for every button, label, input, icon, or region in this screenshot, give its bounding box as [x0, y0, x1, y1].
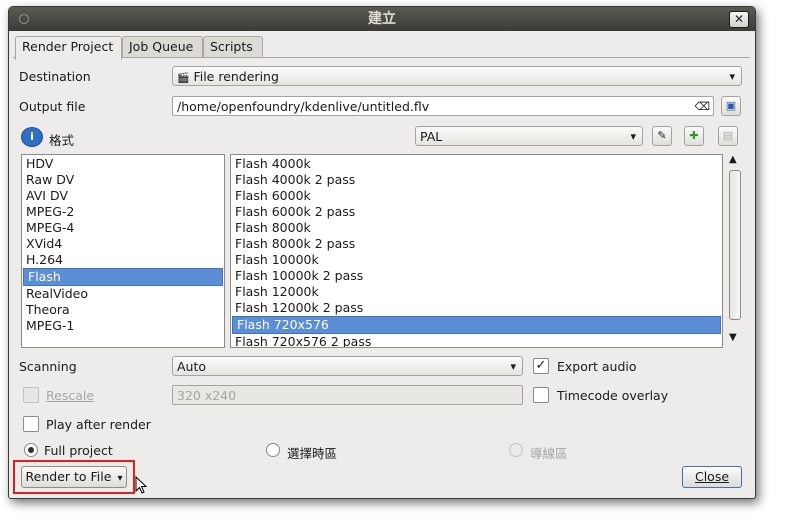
clear-icon[interactable]: ⌫ [694, 97, 710, 116]
list-item[interactable]: Flash 4000k [231, 156, 722, 172]
title-bar: 建立 ✕ [9, 7, 755, 31]
trash-icon: ▤ [722, 129, 734, 142]
full-project-radio[interactable] [24, 443, 38, 457]
preset-list[interactable]: Flash 4000k Flash 4000k 2 pass Flash 600… [230, 154, 723, 348]
profile-value: PAL [420, 129, 443, 144]
output-file-value: /home/openfoundry/kdenlive/untitled.flv [177, 99, 430, 114]
format-label: 格式 [49, 133, 75, 148]
chevron-down-icon[interactable]: ▼ [729, 332, 737, 343]
render-to-file-button[interactable]: Render to File ▾ [21, 466, 127, 488]
list-item[interactable]: Flash 8000k [231, 220, 722, 236]
save-file-button[interactable]: ▣ [721, 96, 741, 116]
list-item[interactable]: Flash 12000k [231, 284, 722, 300]
tab-label: Scripts [210, 39, 253, 54]
close-label: Close [694, 469, 730, 484]
tab-render-project[interactable]: Render Project [15, 36, 122, 60]
chevron-down-icon: ▾ [630, 130, 636, 143]
scanning-combo[interactable]: Auto ▾ [172, 356, 523, 376]
tab-job-queue[interactable]: Job Queue [122, 36, 203, 57]
list-item[interactable]: MPEG-2 [22, 204, 224, 220]
export-audio-label: Export audio [557, 359, 637, 374]
rescale-size-input[interactable]: 320 x240 [172, 385, 523, 405]
list-item[interactable]: Flash 8000k 2 pass [231, 236, 722, 252]
film-icon: 🎬 [177, 73, 190, 84]
destination-combo[interactable]: 🎬 File rendering ▾ [172, 66, 742, 86]
full-project-label: Full project [44, 443, 113, 458]
play-after-render-label: Play after render [46, 417, 151, 432]
rescale-checkbox[interactable] [23, 387, 39, 403]
tab-label: Job Queue [129, 39, 194, 54]
chevron-up-icon[interactable]: ▲ [729, 154, 737, 165]
profile-combo[interactable]: PAL ▾ [415, 126, 643, 146]
tab-label: Render Project [22, 39, 114, 54]
destination-label: Destination [19, 69, 91, 84]
chevron-down-icon: ▾ [510, 360, 516, 373]
output-file-input[interactable]: /home/openfoundry/kdenlive/untitled.flv … [172, 96, 714, 116]
close-window-icon[interactable]: ✕ [729, 11, 749, 28]
scanning-label: Scanning [19, 359, 77, 374]
timecode-overlay-label: Timecode overlay [557, 388, 669, 403]
list-item-selected[interactable]: Flash 720x576 [232, 316, 721, 334]
guide-zone-radio[interactable] [509, 443, 523, 457]
format-list[interactable]: HDV Raw DV AVI DV MPEG-2 MPEG-4 XVid4 H.… [21, 154, 225, 348]
guide-zone-label: 導線區 [530, 446, 568, 461]
render-project-panel: Destination 🎬 File rendering ▾ Output fi… [13, 57, 750, 495]
mouse-cursor-icon [135, 476, 147, 494]
delete-profile-button[interactable]: ▤ [718, 126, 738, 146]
window-menu-icon[interactable] [19, 14, 29, 24]
selected-zone-radio[interactable] [266, 443, 280, 457]
render-dialog: 建立 ✕ Render Project Job Queue Scripts De… [8, 6, 756, 499]
list-item[interactable]: H.264 [22, 252, 224, 268]
scanning-value: Auto [177, 359, 207, 374]
rescale-label: Rescale [46, 388, 95, 403]
selected-zone-label: 選擇時區 [287, 446, 338, 461]
preset-scrollbar[interactable]: ▲ ▼ [727, 154, 741, 348]
list-item[interactable]: RealVideo [22, 286, 224, 302]
list-item[interactable]: Flash 6000k 2 pass [231, 204, 722, 220]
output-file-label: Output file [19, 99, 86, 114]
list-item[interactable]: Flash 6000k [231, 188, 722, 204]
list-item[interactable]: Flash 10000k [231, 252, 722, 268]
add-icon: ✚ [689, 129, 699, 142]
list-item[interactable]: Flash 720x576 2 pass [231, 334, 722, 347]
list-item[interactable]: MPEG-4 [22, 220, 224, 236]
list-item[interactable]: AVI DV [22, 188, 224, 204]
list-item[interactable]: Flash 10000k 2 pass [231, 268, 722, 284]
info-icon[interactable]: i [21, 127, 43, 147]
tab-scripts[interactable]: Scripts [203, 36, 263, 57]
list-item[interactable]: XVid4 [22, 236, 224, 252]
destination-value: File rendering [193, 69, 279, 84]
list-item[interactable]: HDV [22, 156, 224, 172]
export-audio-checkbox[interactable]: ✓ [533, 358, 549, 374]
list-item[interactable]: Flash 4000k 2 pass [231, 172, 722, 188]
window-title: 建立 [368, 11, 396, 27]
play-after-render-checkbox[interactable] [23, 416, 39, 432]
chevron-down-icon: ▾ [117, 473, 123, 484]
edit-profile-button[interactable]: ✎ [652, 126, 672, 146]
close-button[interactable]: Close [682, 466, 742, 488]
floppy-icon: ▣ [725, 99, 737, 112]
chevron-down-icon: ▾ [729, 70, 735, 83]
list-item[interactable]: Flash 12000k 2 pass [231, 300, 722, 316]
pencil-icon: ✎ [657, 129, 667, 142]
timecode-overlay-checkbox[interactable] [533, 387, 549, 403]
rescale-size-value: 320 x240 [177, 388, 237, 403]
list-item[interactable]: MPEG-1 [22, 318, 224, 334]
new-profile-button[interactable]: ✚ [684, 126, 704, 146]
scrollbar-thumb[interactable] [729, 170, 741, 320]
list-item[interactable]: Raw DV [22, 172, 224, 188]
render-to-file-label: Render to File [25, 469, 112, 484]
list-item-selected[interactable]: Flash [23, 268, 223, 286]
list-item[interactable]: Theora [22, 302, 224, 318]
